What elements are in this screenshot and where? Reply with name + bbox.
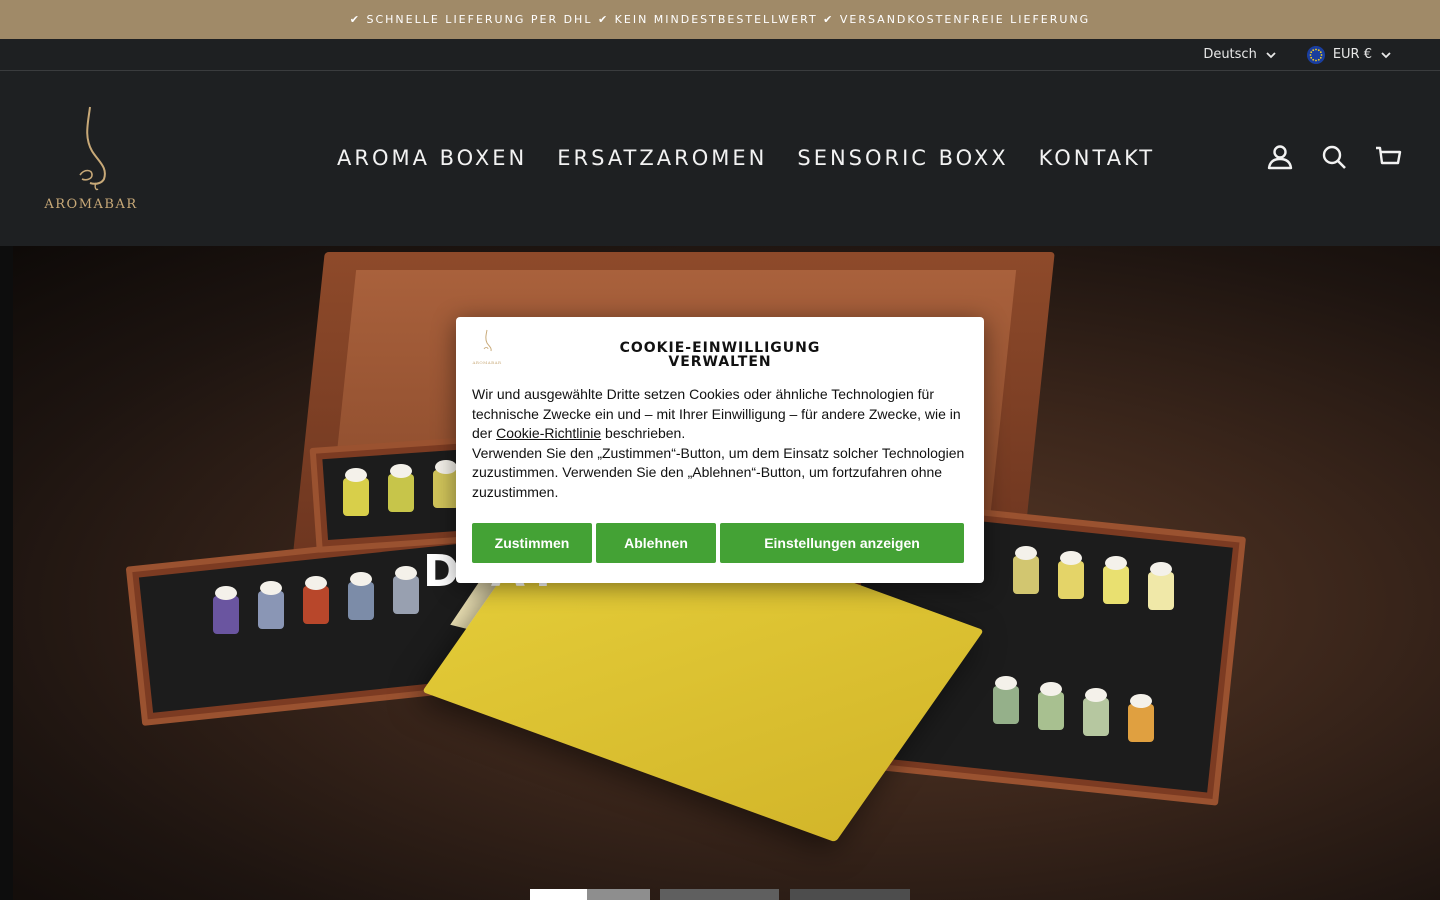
site-header: AROMABAR AROMA BOXEN ERSATZAROMEN SENSOR… <box>0 71 1440 246</box>
chevron-down-icon <box>1266 51 1276 58</box>
nav-kontakt[interactable]: KONTAKT <box>1024 141 1170 175</box>
vial-image <box>348 572 374 620</box>
slide-gap <box>650 889 660 900</box>
vial-image <box>1083 688 1109 736</box>
vial-image <box>1038 682 1064 730</box>
vial-image <box>303 576 329 624</box>
language-selector[interactable]: Deutsch <box>1203 47 1277 62</box>
announcement-text: ✔ SCHNELLE LIEFERUNG PER DHL ✔ KEIN MIND… <box>349 13 1091 26</box>
utility-bar: Deutsch EUR € <box>0 39 1440 71</box>
aromabar-logo[interactable]: AROMABAR <box>40 103 142 215</box>
nav-aroma-boxen[interactable]: AROMA BOXEN <box>322 141 542 175</box>
vial-image <box>993 676 1019 724</box>
chevron-down-icon <box>1381 51 1391 58</box>
search-icon[interactable] <box>1320 143 1348 171</box>
vial-image <box>343 468 369 516</box>
vial-image <box>213 586 239 634</box>
cookie-text-paragraph: Verwenden Sie den „Zustimmen“-Button, um… <box>472 444 965 500</box>
cookie-dialog-body: Wir und ausgewählte Dritte setzen Cookie… <box>472 385 972 503</box>
cookie-dialog-title: COOKIE-EINWILLIGUNG VERWALTEN <box>619 340 821 370</box>
vial-image <box>1103 556 1129 604</box>
cookie-text-paragraph: Wir und ausgewählte Dritte setzen Cookie… <box>472 386 961 442</box>
header-icons <box>1266 143 1402 171</box>
vial-image <box>1058 551 1084 599</box>
accept-button[interactable]: Zustimmen <box>472 523 592 563</box>
vial-image <box>1148 562 1174 610</box>
announcement-bar: ✔ SCHNELLE LIEFERUNG PER DHL ✔ KEIN MIND… <box>0 0 1440 39</box>
slideshow-pagination <box>530 889 910 900</box>
nose-logo-icon <box>79 106 106 191</box>
account-icon[interactable] <box>1266 143 1294 171</box>
cart-icon[interactable] <box>1374 143 1402 171</box>
slide-dot[interactable] <box>587 889 650 900</box>
vial-image <box>388 464 414 512</box>
show-settings-button[interactable]: Einstellungen anzeigen <box>720 523 964 563</box>
vial-image <box>1013 546 1039 594</box>
hero-edge <box>0 246 13 900</box>
main-nav: AROMA BOXEN ERSATZAROMEN SENSORIC BOXX K… <box>322 141 1170 175</box>
slide-gap <box>779 889 790 900</box>
currency-selector[interactable]: EUR € <box>1306 45 1392 64</box>
nav-ersatzaromen[interactable]: ERSATZAROMEN <box>542 141 782 175</box>
slide-dot-active[interactable] <box>530 889 587 900</box>
reject-button[interactable]: Ablehnen <box>596 523 716 563</box>
cookie-button-row: Zustimmen Ablehnen Einstellungen anzeige… <box>472 523 964 563</box>
nav-sensoric-boxx[interactable]: SENSORIC BOXX <box>782 141 1023 175</box>
vial-image <box>258 581 284 629</box>
currency-label: EUR € <box>1332 47 1372 62</box>
slide-dot[interactable] <box>660 889 779 900</box>
language-label: Deutsch <box>1203 47 1257 62</box>
logo-wordmark: AROMABAR <box>44 197 138 212</box>
slide-dot[interactable] <box>790 889 910 900</box>
eu-flag-icon <box>1306 45 1325 64</box>
vial-image <box>1128 694 1154 742</box>
cookie-policy-link[interactable]: Cookie-Richtlinie <box>496 425 601 441</box>
cookie-consent-dialog: AROMABAR COOKIE-EINWILLIGUNG VERWALTEN W… <box>456 317 984 583</box>
vial-image <box>393 566 419 614</box>
